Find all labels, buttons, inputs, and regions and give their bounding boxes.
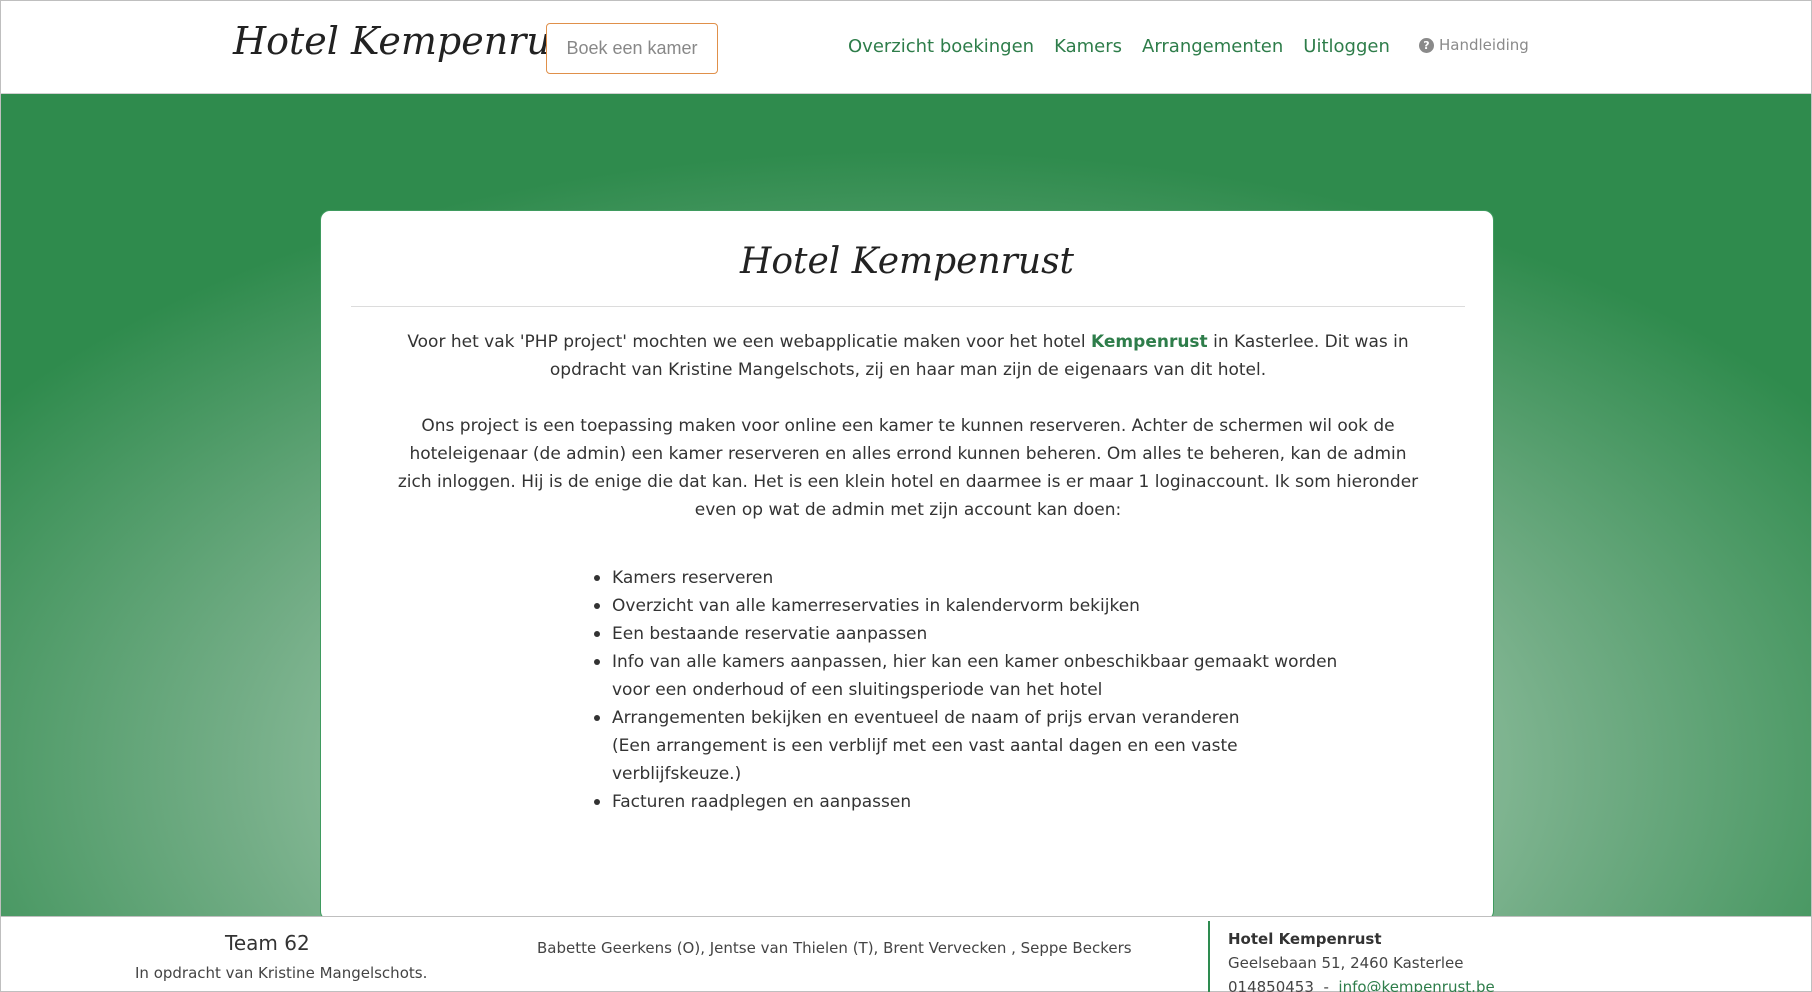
footer-address: Geelsebaan 51, 2460 Kasterlee <box>1228 954 1464 972</box>
list-item: Arrangementen bekijken en eventueel de n… <box>592 704 1352 788</box>
team-name: Team 62 <box>225 931 310 955</box>
list-item: Kamers reserveren <box>592 564 1352 592</box>
help-label: Handleiding <box>1439 36 1529 54</box>
admin-features-list: Kamers reserveren Overzicht van alle kam… <box>592 564 1352 816</box>
page-footer: Team 62 In opdracht van Kristine Mangels… <box>0 916 1812 992</box>
address-divider <box>1208 921 1210 992</box>
hotel-name-highlight: Kempenrust <box>1091 332 1208 352</box>
list-item: Facturen raadplegen en aanpassen <box>592 788 1352 816</box>
list-item: Overzicht van alle kamerreservaties in k… <box>592 592 1352 620</box>
team-members: Babette Geerkens (O), Jentse van Thielen… <box>537 939 1132 957</box>
footer-email-link[interactable]: info@kempenrust.be <box>1338 978 1494 992</box>
question-circle-icon: ? <box>1419 37 1434 53</box>
footer-hotel-name: Hotel Kempenrust <box>1228 930 1382 948</box>
top-navbar: Hotel Kempenrust Boek een kamer Overzich… <box>0 0 1812 94</box>
list-item: Een bestaande reservatie aanpassen <box>592 620 1352 648</box>
project-paragraph: Ons project is een toepassing maken voor… <box>397 416 1419 520</box>
list-item-note: (Een arrangement is een verblijf met een… <box>612 736 1238 784</box>
list-item: Info van alle kamers aanpassen, hier kan… <box>592 648 1352 704</box>
assignment-text: In opdracht van Kristine Mangelschots. <box>135 964 428 982</box>
nav-link-arrangementen[interactable]: Arrangementen <box>1142 36 1283 57</box>
list-item-text: Arrangementen bekijken en eventueel de n… <box>612 708 1240 728</box>
nav-link-uitloggen[interactable]: Uitloggen <box>1303 36 1390 57</box>
contact-separator: - <box>1323 978 1329 992</box>
address-block: Hotel Kempenrust Geelsebaan 51, 2460 Kas… <box>1228 927 1495 992</box>
divider <box>351 306 1465 307</box>
hero-background: Hotel Kempenrust Voor het vak 'PHP proje… <box>0 94 1812 921</box>
help-link[interactable]: ? Handleiding <box>1419 36 1529 54</box>
footer-contact: 014850453 - info@kempenrust.be <box>1228 975 1495 992</box>
nav-link-kamers[interactable]: Kamers <box>1054 36 1122 57</box>
book-room-button[interactable]: Boek een kamer <box>546 23 718 74</box>
footer-phone: 014850453 <box>1228 978 1314 992</box>
intro-text-start: Voor het vak 'PHP project' mochten we ee… <box>407 332 1092 352</box>
page-title: Hotel Kempenrust <box>739 241 1075 282</box>
content-card: Hotel Kempenrust Voor het vak 'PHP proje… <box>320 210 1494 921</box>
intro-paragraph: Voor het vak 'PHP project' mochten we ee… <box>391 328 1425 384</box>
brand-logo[interactable]: Hotel Kempenrust <box>233 19 586 63</box>
main-nav: Overzicht boekingen Kamers Arrangementen… <box>848 36 1390 57</box>
nav-link-overzicht-boekingen[interactable]: Overzicht boekingen <box>848 36 1034 57</box>
